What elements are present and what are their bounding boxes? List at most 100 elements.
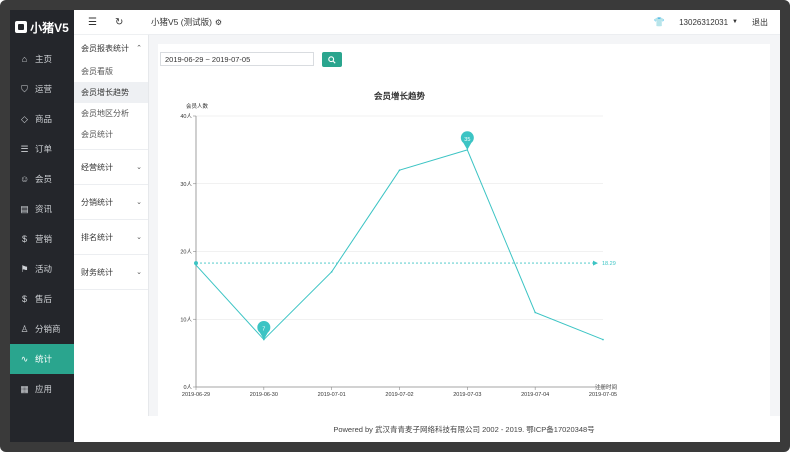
- chevron-down-icon: ⌄: [136, 164, 142, 171]
- pulse-icon: ∿: [20, 353, 29, 364]
- sidebar-item-label: 会员: [35, 174, 53, 184]
- subnav-item[interactable]: 会员增长趋势: [74, 82, 148, 103]
- data-point: [330, 271, 333, 273]
- sidebar-item-label: 商品: [35, 114, 53, 124]
- list-icon: ☰: [20, 143, 29, 154]
- y-tick-label: 30人: [180, 181, 192, 188]
- sidebar-item[interactable]: ◇ 商品: [10, 104, 74, 134]
- chevron-down-icon: ⌄: [136, 199, 142, 206]
- sidebar-item-label: 活动: [35, 264, 53, 274]
- y-tick-label: 20人: [180, 249, 192, 256]
- secondary-sidebar: ☰ ↻ 会员报表统计 ⌃ 会员看版 会员增长趋势 会员地区分析 会员统计经营统计 ⌄ 分销统计…: [74, 10, 149, 442]
- average-label: 18.29: [602, 261, 616, 267]
- logout-link[interactable]: 退出: [752, 17, 768, 28]
- sidebar-item-label: 分销商: [35, 324, 61, 334]
- sub-toolbar: ☰ ↻: [74, 10, 148, 35]
- account-dropdown[interactable]: 13026312031 ▼: [679, 18, 738, 27]
- sidebar-item-label: 统计: [35, 354, 53, 364]
- y-axis-label: 会员人数: [186, 102, 209, 110]
- shield-icon: ⛉: [21, 83, 28, 94]
- chevron-up-icon: ⌃: [136, 45, 142, 52]
- sidebar-item[interactable]: $ 售后: [10, 284, 74, 314]
- sidebar-item-label: 运营: [35, 84, 53, 94]
- sidebar-item-label: 营销: [35, 234, 53, 244]
- x-tick-label: 2019-07-01: [318, 392, 346, 398]
- sidebar-item[interactable]: ⌂ 主页: [10, 44, 74, 74]
- app-screen: 小猪V5 ⌂ 主页 ⛉ 运营 ◇ 商品 ☰ 订单 ☺ 会员 ▤ 资讯 $ 营销 ⚑ 活动 $ 售后 ♙ 分销商 ∿ 统计 ▦…: [10, 10, 780, 442]
- user-icon: ☺: [20, 174, 30, 184]
- app-title: 小猪V5 (测试版) ⚙: [151, 16, 222, 28]
- divider: [74, 219, 148, 220]
- sidebar-item[interactable]: ☰ 订单: [10, 134, 74, 164]
- home-icon: ⌂: [21, 54, 28, 64]
- average-arrow: [593, 260, 598, 266]
- gear-icon[interactable]: ⚙: [215, 18, 222, 27]
- chart-title: 会员增长趋势: [373, 91, 426, 101]
- chevron-down-icon: ⌄: [136, 234, 142, 241]
- x-tick-label: 2019-07-02: [385, 392, 413, 398]
- document-icon: ▤: [20, 203, 29, 214]
- flag-icon: ⚑: [20, 263, 29, 274]
- subnav-group-label: 会员报表统计: [81, 43, 129, 53]
- y-tick-label: 40人: [180, 113, 192, 120]
- x-tick-label: 2019-07-03: [453, 392, 481, 398]
- sidebar-item[interactable]: ∿ 统计: [10, 344, 74, 374]
- sidebar-item[interactable]: ☺ 会员: [10, 164, 74, 194]
- top-header: 小猪V5 (测试版) ⚙ 👕 13026312031 ▼ 退出: [148, 10, 780, 35]
- page-footer: Powered by 武汉青青麦子网络科技有限公司 2002 - 2019. 鄂…: [148, 416, 780, 442]
- refresh-icon[interactable]: ↻: [115, 17, 123, 28]
- divider: [74, 254, 148, 255]
- series-line: [195, 149, 604, 341]
- data-point: [534, 311, 536, 314]
- device-frame: 小猪V5 ⌂ 主页 ⛉ 运营 ◇ 商品 ☰ 订单 ☺ 会员 ▤ 资讯 $ 营销 ⚑ 活动 $ 售后 ♙ 分销商 ∿ 统计 ▦…: [0, 0, 790, 452]
- app-title-text: 小猪V5 (测试版): [151, 17, 212, 27]
- person-icon: ♙: [20, 323, 29, 334]
- y-tick-label: 0人: [183, 384, 192, 391]
- sidebar-item[interactable]: ▦ 应用: [10, 374, 74, 404]
- x-tick-label: 2019-06-29: [182, 392, 210, 398]
- subnav-group[interactable]: 会员报表统计 ⌃: [74, 35, 148, 61]
- subnav-group-label: 财务统计: [81, 267, 113, 277]
- subnav-group-label: 分销统计: [81, 197, 113, 207]
- growth-chart: 会员增长趋势会员人数注册时间0人10人20人30人40人2019-06-29 20…: [180, 91, 617, 398]
- subnav-group[interactable]: 经营统计 ⌄: [74, 154, 148, 180]
- sidebar-item[interactable]: ⛉ 运营: [10, 74, 74, 104]
- subnav-group[interactable]: 排名统计 ⌄: [74, 224, 148, 250]
- subnav-group[interactable]: 分销统计 ⌄: [74, 189, 148, 215]
- collapse-menu-icon[interactable]: ☰: [88, 17, 97, 28]
- subnav-item[interactable]: 会员统计: [74, 124, 148, 145]
- sidebar-item-label: 资讯: [35, 204, 53, 214]
- y-tick-label: 10人: [180, 316, 192, 323]
- account-name: 13026312031: [679, 17, 729, 27]
- coin-icon: $: [21, 234, 27, 244]
- tag-icon: ◇: [21, 113, 28, 124]
- sidebar-item[interactable]: ⚑ 活动: [10, 254, 74, 284]
- header-actions: 👕 13026312031 ▼ 退出: [654, 10, 768, 34]
- sidebar-item[interactable]: ♙ 分销商: [10, 314, 74, 344]
- report-panel: 2019-06-29 ~ 2019-07-05 会员增长趋势 会员人数 注册时间 0人…: [158, 44, 770, 416]
- shirt-icon[interactable]: 👕: [654, 17, 665, 28]
- max-label: 35: [464, 137, 470, 143]
- data-point: [398, 169, 401, 171]
- sidebar-item[interactable]: $ 营销: [10, 224, 74, 254]
- brand-name: 小猪V5: [30, 20, 69, 35]
- data-point: [602, 338, 604, 341]
- divider: [74, 184, 148, 185]
- subnav-item[interactable]: 会员地区分析: [74, 103, 148, 124]
- sidebar-item-label: 应用: [35, 384, 53, 394]
- sidebar-item-label: 售后: [35, 294, 53, 304]
- subnav-item[interactable]: 会员看版: [74, 61, 148, 82]
- sub-nav: 会员报表统计 ⌃ 会员看版 会员增长趋势 会员地区分析 会员统计 经营统计 ⌄ 分销统计 ⌄ 排名统…: [74, 35, 148, 290]
- sidebar-item-label: 订单: [35, 144, 53, 154]
- brand-logo[interactable]: 小猪V5: [10, 10, 74, 44]
- main-nav: ⌂ 主页 ⛉ 运营 ◇ 商品 ☰ 订单 ☺ 会员 ▤ 资讯 $ 营销 ⚑ 活动 $ 售后 ♙ 分销商 ∿ 统计 ▦ 应用: [10, 44, 74, 404]
- x-tick-label: 2019-06-30: [250, 392, 278, 398]
- grid-icon: ▦: [20, 383, 29, 394]
- subnav-group-label: 排名统计: [81, 232, 113, 242]
- subnav-group[interactable]: 财务统计 ⌄: [74, 259, 148, 285]
- main-sidebar: 小猪V5 ⌂ 主页 ⛉ 运营 ◇ 商品 ☰ 订单 ☺ 会员 ▤ 资讯 $ 营销 ⚑ 活动 $ 售后 ♙ 分销商 ∿ 统计 ▦…: [10, 10, 74, 442]
- caret-down-icon: ▼: [732, 19, 738, 25]
- pig-logo-icon: [15, 21, 28, 33]
- chevron-down-icon: ⌄: [136, 269, 142, 276]
- sidebar-item[interactable]: ▤ 资讯: [10, 194, 74, 224]
